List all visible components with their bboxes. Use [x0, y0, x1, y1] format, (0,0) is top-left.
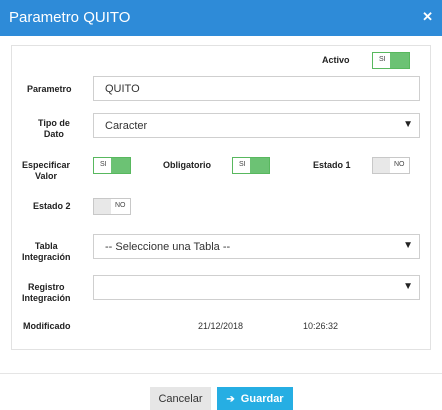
- close-icon[interactable]: ✕: [422, 9, 433, 25]
- toggle-text: SI: [379, 56, 386, 63]
- obligatorio-toggle[interactable]: SI: [232, 157, 270, 174]
- save-sign-in-icon: ➔: [226, 393, 235, 405]
- tabla-integracion-selected: -- Seleccione una Tabla --: [105, 241, 231, 253]
- registro-integracion-label: Registro Integración: [22, 282, 71, 303]
- caret-down-icon: ▼: [403, 240, 413, 251]
- toggle-text: NO: [115, 202, 126, 209]
- modificado-time: 10:26:32: [303, 321, 339, 331]
- activo-label: Activo: [322, 55, 350, 65]
- tabla-integracion-select[interactable]: -- Seleccione una Tabla -- ▼: [93, 234, 420, 259]
- tabla-integracion-label: Tabla Integración: [22, 241, 71, 262]
- tipo-dato-label: Tipo de Dato: [38, 118, 70, 139]
- toggle-knob: [111, 158, 130, 173]
- toggle-knob: [94, 199, 111, 214]
- caret-down-icon: ▼: [403, 281, 413, 292]
- toggle-knob: [390, 53, 409, 68]
- especificar-valor-toggle[interactable]: SI: [93, 157, 131, 174]
- estado2-label: Estado 2: [33, 201, 71, 211]
- modificado-label: Modificado: [23, 321, 71, 331]
- estado2-toggle[interactable]: NO: [93, 198, 131, 215]
- toggle-knob: [250, 158, 269, 173]
- obligatorio-label: Obligatorio: [163, 160, 211, 170]
- dialog-title: Parametro QUITO: [9, 9, 131, 26]
- toggle-text: SI: [239, 161, 246, 168]
- footer-divider: [0, 373, 442, 374]
- estado1-label: Estado 1: [313, 160, 351, 170]
- especificar-valor-label: Especificar Valor: [22, 160, 71, 181]
- toggle-knob: [373, 158, 390, 173]
- caret-down-icon: ▼: [403, 119, 413, 130]
- cancel-button[interactable]: Cancelar: [150, 387, 211, 410]
- tipo-dato-select[interactable]: Caracter ▼: [93, 113, 420, 138]
- save-button-label: Guardar: [240, 392, 284, 405]
- modificado-date: 21/12/2018: [198, 321, 244, 331]
- toggle-text: NO: [394, 161, 405, 168]
- save-button[interactable]: ➔ Guardar: [217, 387, 293, 410]
- activo-toggle[interactable]: SI: [372, 52, 410, 69]
- estado1-toggle[interactable]: NO: [372, 157, 410, 174]
- parametro-label: Parametro: [27, 84, 72, 94]
- registro-integracion-select[interactable]: ▼: [93, 275, 420, 300]
- parametro-input[interactable]: [93, 76, 420, 101]
- tipo-dato-selected: Caracter: [105, 120, 148, 132]
- dialog-header: Parametro QUITO ✕: [0, 0, 442, 36]
- toggle-text: SI: [100, 161, 107, 168]
